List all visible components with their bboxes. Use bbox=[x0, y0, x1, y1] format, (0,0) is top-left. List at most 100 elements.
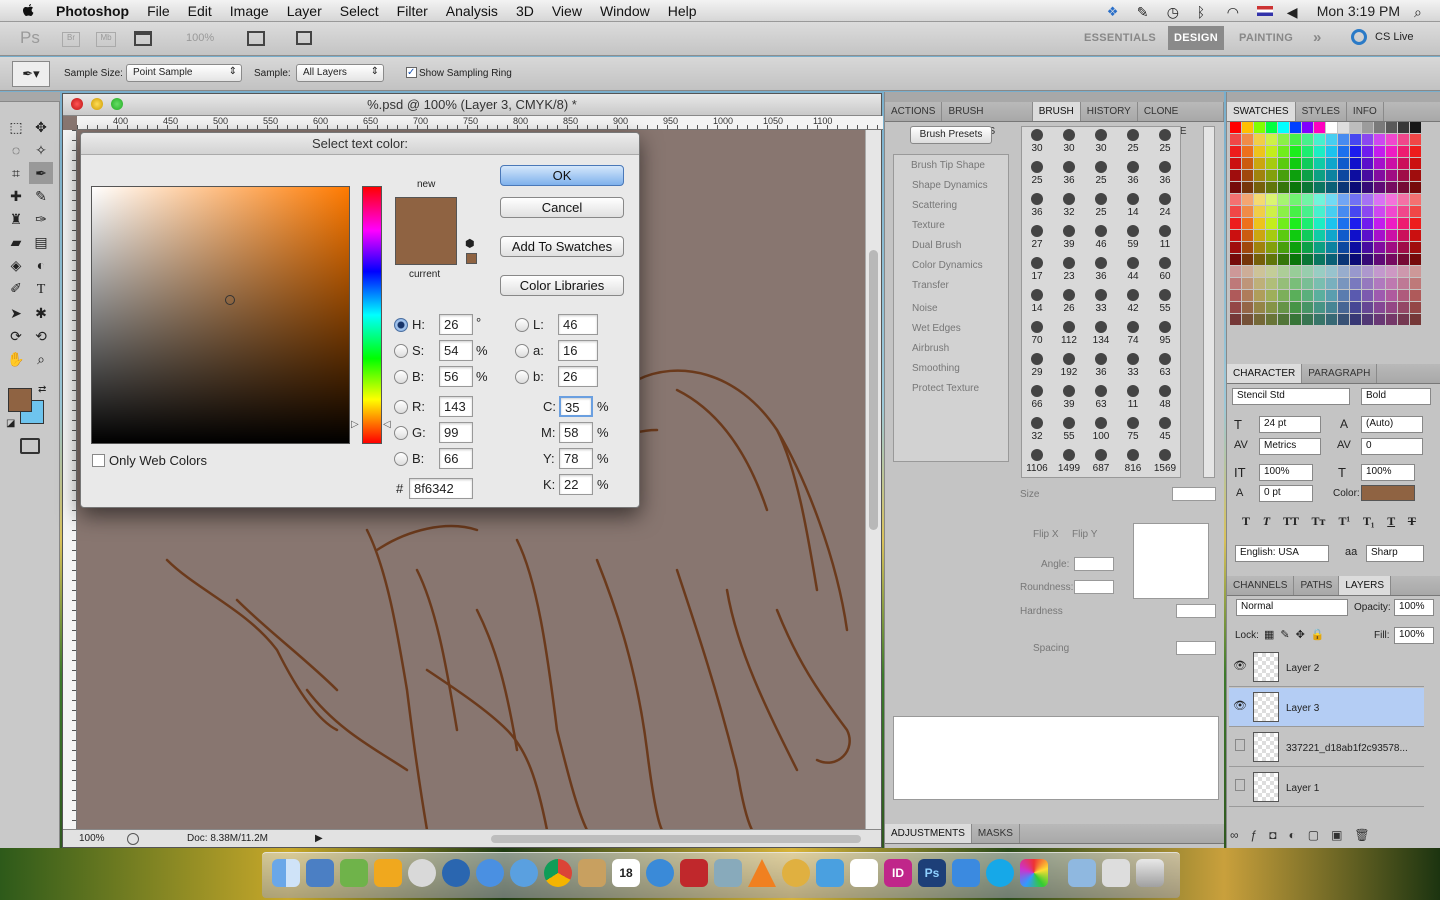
crop-tool-icon[interactable]: ⌗ bbox=[4, 162, 28, 184]
color-swatch[interactable] bbox=[1230, 146, 1241, 157]
color-swatch[interactable] bbox=[1374, 218, 1385, 229]
workspace-more[interactable]: » bbox=[1313, 29, 1322, 46]
color-swatch[interactable] bbox=[1242, 146, 1253, 157]
lab-b-field[interactable]: 26 bbox=[558, 366, 598, 387]
tab-actions[interactable]: ACTIONS bbox=[885, 102, 943, 121]
color-swatch[interactable] bbox=[1266, 242, 1277, 253]
menu-filter[interactable]: Filter bbox=[388, 3, 437, 19]
swap-colors-icon[interactable]: ⇄ bbox=[38, 384, 46, 395]
color-swatch[interactable] bbox=[1278, 170, 1289, 181]
brush-tip-preset[interactable]: 63 bbox=[1150, 353, 1180, 378]
color-swatch[interactable] bbox=[1338, 182, 1349, 193]
antialias-select[interactable]: Sharp bbox=[1366, 545, 1424, 562]
workspace-painting[interactable]: PAINTING bbox=[1239, 32, 1293, 44]
history-brush-tool-icon[interactable]: ✑ bbox=[29, 208, 53, 230]
color-swatch[interactable] bbox=[1266, 230, 1277, 241]
kerning-field[interactable]: Metrics bbox=[1259, 438, 1321, 455]
status-menu-arrow-icon[interactable]: ▶ bbox=[315, 830, 323, 848]
color-swatch[interactable] bbox=[1254, 242, 1265, 253]
brush-tip-preset[interactable]: 11 bbox=[1118, 385, 1148, 410]
color-swatch[interactable] bbox=[1242, 254, 1253, 265]
type-tool-icon[interactable]: T bbox=[29, 279, 53, 301]
color-swatch[interactable] bbox=[1350, 122, 1361, 133]
color-swatch[interactable] bbox=[1338, 134, 1349, 145]
default-colors-icon[interactable]: ◪ bbox=[6, 418, 15, 429]
minibridge-button[interactable]: Mb bbox=[96, 32, 116, 47]
color-swatch[interactable] bbox=[1230, 122, 1241, 133]
color-swatch[interactable] bbox=[1350, 194, 1361, 205]
color-swatch[interactable] bbox=[1386, 122, 1397, 133]
color-swatch[interactable] bbox=[1278, 182, 1289, 193]
brush-tip-preset[interactable]: 1569 bbox=[1150, 449, 1180, 474]
blend-mode-select[interactable]: Normal bbox=[1236, 599, 1348, 616]
brush-option-color-dynamics[interactable]: Color Dynamics bbox=[912, 260, 983, 271]
brush-tip-preset[interactable]: 95 bbox=[1150, 321, 1180, 346]
brush-tip-preset[interactable]: 55 bbox=[1150, 289, 1180, 314]
color-swatch[interactable] bbox=[1266, 290, 1277, 301]
brush-option-wet-edges[interactable]: Wet Edges bbox=[912, 323, 961, 334]
menu-window[interactable]: Window bbox=[591, 3, 659, 19]
menu-select[interactable]: Select bbox=[331, 3, 388, 19]
color-swatch[interactable] bbox=[1350, 314, 1361, 325]
color-swatch[interactable] bbox=[1230, 182, 1241, 193]
color-swatch[interactable] bbox=[1290, 266, 1301, 277]
color-swatch[interactable] bbox=[1338, 122, 1349, 133]
color-swatch[interactable] bbox=[1326, 158, 1337, 169]
zoom-level[interactable]: 100% bbox=[186, 32, 214, 44]
brush-tip-preset[interactable]: 39 bbox=[1054, 225, 1084, 250]
brush-tip-preset[interactable]: 134 bbox=[1086, 321, 1116, 346]
color-swatch[interactable] bbox=[1278, 242, 1289, 253]
color-swatch[interactable] bbox=[1410, 242, 1421, 253]
color-swatch[interactable] bbox=[1350, 230, 1361, 241]
color-swatch[interactable] bbox=[1410, 314, 1421, 325]
hue-field[interactable]: 26 bbox=[439, 314, 473, 335]
sample-layers-select[interactable]: All Layers bbox=[296, 64, 384, 82]
lab-l-field[interactable]: 46 bbox=[558, 314, 598, 335]
color-swatch[interactable] bbox=[1242, 302, 1253, 313]
apple-icon[interactable] bbox=[20, 3, 36, 19]
show-sampling-ring-checkbox[interactable]: ✓ bbox=[406, 67, 417, 78]
color-swatch[interactable] bbox=[1230, 278, 1241, 289]
color-swatch[interactable] bbox=[1230, 242, 1241, 253]
brush-tip-preset[interactable]: 36 bbox=[1118, 161, 1148, 186]
brush-tip-preset[interactable]: 63 bbox=[1086, 385, 1116, 410]
leading-field[interactable]: (Auto) bbox=[1361, 416, 1423, 433]
hue-slider-left-arrow[interactable]: ▷ bbox=[351, 419, 359, 430]
cs-live-icon[interactable] bbox=[1351, 29, 1367, 45]
color-swatch[interactable] bbox=[1326, 182, 1337, 193]
color-swatch[interactable] bbox=[1266, 158, 1277, 169]
sample-size-select[interactable]: Point Sample bbox=[126, 64, 242, 82]
only-web-colors-checkbox[interactable] bbox=[92, 454, 105, 467]
color-swatch[interactable] bbox=[1410, 230, 1421, 241]
visibility-box[interactable] bbox=[1235, 779, 1245, 791]
color-swatch[interactable] bbox=[1338, 266, 1349, 277]
language-select[interactable]: English: USA bbox=[1235, 545, 1329, 562]
brush-tip-preset[interactable]: 25 bbox=[1118, 129, 1148, 154]
color-swatch[interactable] bbox=[1302, 182, 1313, 193]
color-swatch[interactable] bbox=[1326, 242, 1337, 253]
color-swatch[interactable] bbox=[1410, 170, 1421, 181]
dodge-tool-icon[interactable]: ◐ bbox=[29, 254, 53, 276]
color-swatch[interactable] bbox=[1386, 254, 1397, 265]
opacity-field[interactable]: 100% bbox=[1394, 599, 1434, 616]
color-swatch[interactable] bbox=[1398, 158, 1409, 169]
hand-tool-icon[interactable]: ✋ bbox=[4, 348, 28, 370]
color-field[interactable] bbox=[91, 186, 350, 444]
blue-radio[interactable] bbox=[394, 452, 408, 466]
color-swatch[interactable] bbox=[1386, 194, 1397, 205]
photo-booth-icon[interactable] bbox=[680, 859, 708, 887]
brush-tip-preset[interactable]: 46 bbox=[1086, 225, 1116, 250]
color-swatch[interactable] bbox=[1314, 302, 1325, 313]
move-tool-icon[interactable]: ✥ bbox=[29, 116, 53, 138]
screen-mode-icon[interactable] bbox=[296, 31, 312, 45]
volume-icon[interactable]: ◀ bbox=[1287, 4, 1303, 20]
color-swatch[interactable] bbox=[1254, 206, 1265, 217]
color-swatch[interactable] bbox=[1254, 254, 1265, 265]
color-swatch[interactable] bbox=[1314, 218, 1325, 229]
color-swatch[interactable] bbox=[1278, 218, 1289, 229]
color-swatch[interactable] bbox=[1326, 170, 1337, 181]
lab-l-radio[interactable] bbox=[515, 318, 529, 332]
brush-tip-preset[interactable]: 26 bbox=[1054, 289, 1084, 314]
lock-icons[interactable]: ▦✎✥🔒 bbox=[1264, 628, 1331, 641]
color-swatch[interactable] bbox=[1230, 290, 1241, 301]
